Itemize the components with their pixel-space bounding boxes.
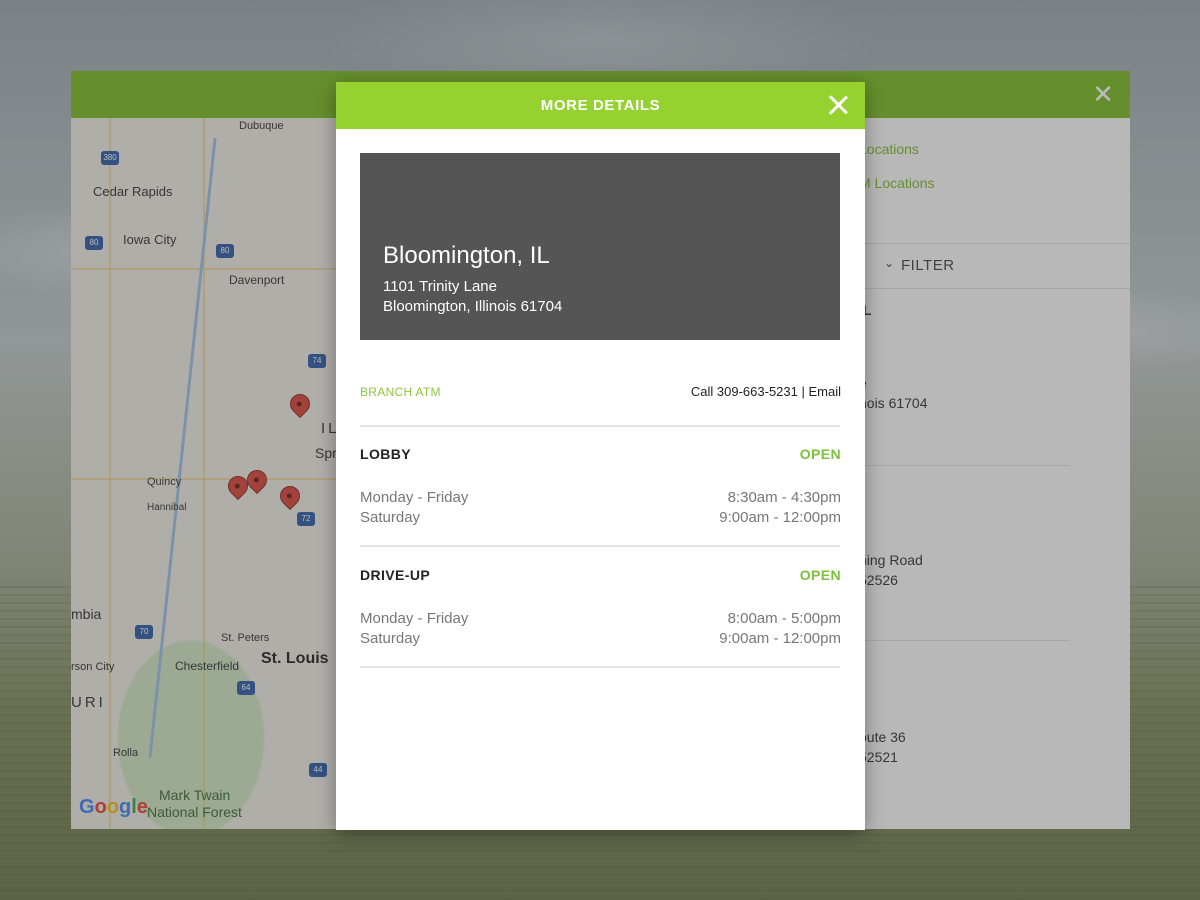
lobby-status-badge: OPEN (799, 446, 841, 462)
lobby-hours: 9:00am - 12:00pm (719, 509, 841, 526)
drive-up-days: Monday - Friday (360, 610, 469, 627)
lobby-title: LOBBY (360, 446, 411, 462)
close-icon[interactable] (825, 92, 851, 118)
drive-up-hours: 8:00am - 5:00pm (727, 610, 841, 627)
lobby-hours: 8:30am - 4:30pm (727, 489, 841, 506)
modal-header: MORE DETAILS (336, 82, 865, 129)
drive-up-status-badge: OPEN (799, 567, 841, 583)
section-divider (360, 666, 840, 668)
more-details-modal: MORE DETAILS Bloomington, IL 1101 Trinit… (336, 82, 865, 830)
location-street: 1101 Trinity Lane (383, 278, 497, 295)
call-link[interactable]: Call 309-663-5231 (691, 384, 798, 399)
location-city-state-zip: Bloomington, Illinois 61704 (383, 298, 563, 315)
contact-separator: | (797, 384, 809, 399)
lobby-days: Saturday (360, 509, 421, 526)
drive-up-days: Saturday (360, 630, 421, 647)
email-link[interactable]: Email (808, 384, 841, 399)
drive-up-hours: 9:00am - 12:00pm (719, 630, 841, 647)
section-divider (360, 545, 840, 547)
location-city: Bloomington, IL (383, 242, 550, 269)
drive-up-title: DRIVE-UP (360, 567, 431, 583)
modal-title: MORE DETAILS (540, 97, 661, 114)
contact-info: Call 309-663-5231 | Email (691, 384, 841, 399)
service-tags: BRANCH ATM (360, 385, 441, 399)
lobby-days: Monday - Friday (360, 489, 469, 506)
section-divider (360, 425, 840, 427)
location-hero: Bloomington, IL 1101 Trinity Lane Bloomi… (360, 153, 840, 340)
